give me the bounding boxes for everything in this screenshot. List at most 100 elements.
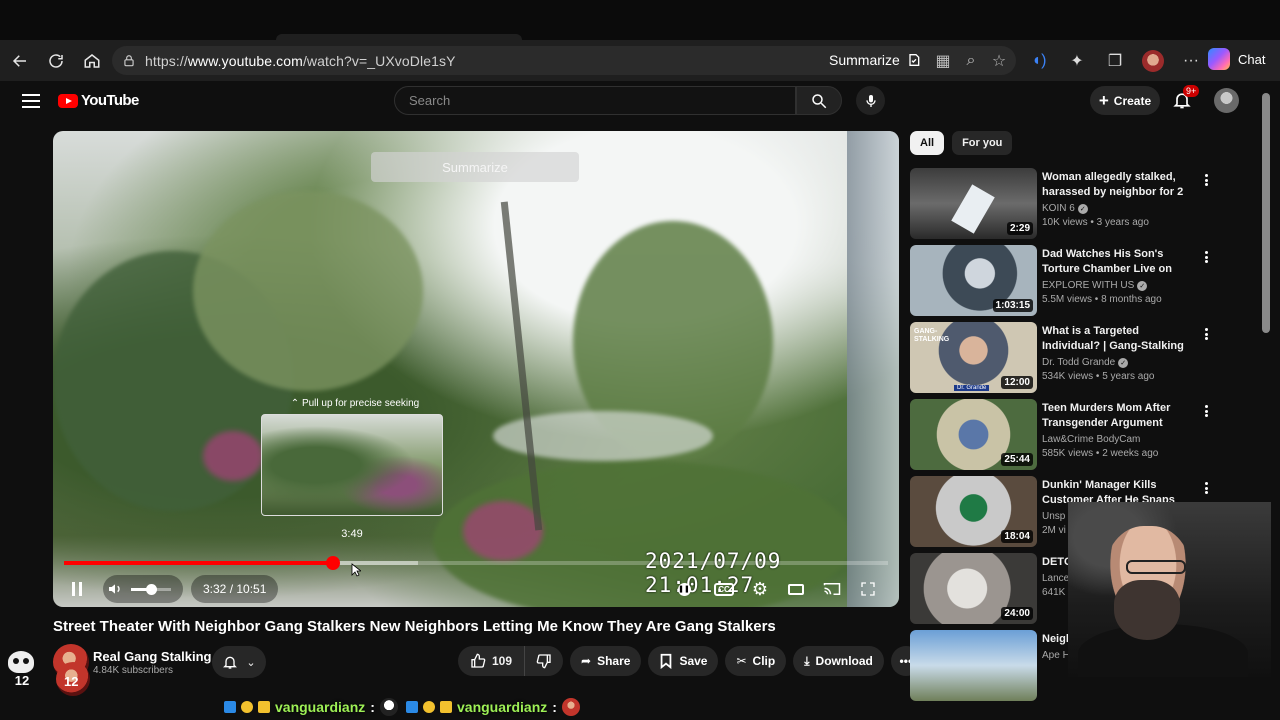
autoplay-toggle[interactable]: ❚❚: [670, 575, 698, 603]
yt-header: YouTube + Create 9+: [0, 81, 1280, 121]
volume-icon[interactable]: [107, 581, 123, 597]
video-duration: 1:03:15: [992, 299, 1033, 312]
video-thumbnail[interactable]: 25:44: [910, 399, 1037, 470]
save-button[interactable]: Save: [648, 646, 719, 676]
webcam-glasses: [1126, 560, 1186, 574]
subscriber-count: 4.84K subscribers: [93, 664, 174, 676]
rec-menu-icon[interactable]: [1202, 480, 1210, 496]
video-thumbnail[interactable]: 1:03:15: [910, 245, 1037, 316]
recommendation-item[interactable]: 2:29 Woman allegedly stalked, harassed b…: [910, 168, 1220, 245]
rec-menu-icon[interactable]: [1202, 326, 1210, 342]
rec-title[interactable]: Woman allegedly stalked, harassed by nei…: [1042, 170, 1192, 200]
rec-title[interactable]: What is a Targeted Individual? | Gang-St…: [1042, 324, 1192, 354]
thumbs-down-icon: [536, 654, 551, 669]
chip-all[interactable]: All: [910, 131, 945, 155]
rec-menu-icon[interactable]: [1202, 249, 1210, 265]
rec-title[interactable]: Teen Murders Mom After Transgender Argum…: [1042, 401, 1192, 431]
progress-scrubber[interactable]: [325, 556, 340, 570]
voice-search-button[interactable]: [856, 86, 885, 115]
recommendation-item[interactable]: GANG- STALKING Dr. Grande 12:00 What is …: [910, 322, 1220, 399]
rec-menu-icon[interactable]: [1202, 403, 1210, 419]
youtube-play-icon: [58, 93, 78, 108]
microphone-icon: [865, 94, 876, 107]
video-thumbnail[interactable]: GANG- STALKING Dr. Grande 12:00: [910, 322, 1037, 393]
search-input[interactable]: [409, 93, 769, 108]
settings-button[interactable]: ⚙: [746, 575, 774, 603]
chat-message: vanguardianz :: [224, 698, 398, 716]
volume-control[interactable]: [103, 575, 183, 603]
stream-logo-text: 12: [14, 673, 30, 688]
chat-message: vanguardianz :: [406, 698, 580, 716]
rec-channel: Dr. Todd Grande ✓: [1042, 357, 1192, 368]
create-button[interactable]: + Create: [1090, 86, 1160, 115]
chat-separator: :: [552, 699, 557, 715]
notifications-button[interactable]: 9+: [1172, 85, 1200, 112]
captions-button[interactable]: CC: [710, 575, 738, 603]
home-icon[interactable]: [74, 43, 110, 79]
search-icon: [812, 93, 827, 108]
chip-for-you[interactable]: For you: [952, 131, 1013, 155]
chat-badge-icon: [423, 701, 435, 713]
video-duration: 18:04: [1001, 530, 1033, 543]
verified-icon: ✓: [1137, 280, 1148, 291]
video-thumbnail[interactable]: [910, 630, 1037, 701]
clip-button[interactable]: ✂ Clip: [725, 646, 787, 676]
more-options-icon[interactable]: ···: [1174, 44, 1208, 78]
youtube-logo[interactable]: YouTube: [58, 92, 139, 109]
recommendation-item[interactable]: 25:44 Teen Murders Mom After Transgender…: [910, 399, 1220, 476]
lock-icon[interactable]: [122, 54, 136, 68]
chat-badge-icon: [241, 701, 253, 713]
share-icon: ➦: [581, 654, 592, 668]
account-avatar[interactable]: [1214, 88, 1239, 113]
hamburger-menu-icon[interactable]: [20, 91, 42, 111]
fullscreen-button[interactable]: [854, 575, 882, 603]
rec-menu-icon[interactable]: [1202, 172, 1210, 188]
channel-name[interactable]: Real Gang Stalking: [93, 649, 211, 664]
share-button[interactable]: ➦ Share: [570, 646, 642, 676]
scissors-icon: ✂: [736, 654, 747, 668]
video-duration: 2:29: [1006, 222, 1033, 235]
thumbnail-caption: Dr. Grande: [954, 385, 990, 391]
seek-preview-thumbnail: [261, 414, 443, 516]
download-icon: ⤓: [804, 653, 810, 668]
extensions-icon[interactable]: ✦: [1060, 44, 1094, 78]
time-display: 3:32 / 10:51: [191, 575, 279, 603]
search-button[interactable]: [796, 86, 842, 115]
download-button[interactable]: ⤓ Download: [793, 646, 884, 676]
video-player[interactable]: Summarize ⌃ Pull up for precise seeking …: [53, 131, 899, 607]
seek-preview-time: 3:49: [341, 528, 363, 540]
app-grid-icon[interactable]: ▦: [930, 50, 956, 72]
zoom-icon[interactable]: ⌕: [958, 50, 984, 72]
video-thumbnail[interactable]: 2:29: [910, 168, 1037, 239]
page-scrollbar[interactable]: [1262, 93, 1270, 333]
rec-channel: Law&Crime BodyCam: [1042, 434, 1141, 445]
summarize-button[interactable]: Summarize: [829, 52, 922, 68]
url-text[interactable]: https://www.youtube.com/watch?v=_UXvoDle…: [145, 53, 456, 69]
favorite-star-icon[interactable]: ☆: [986, 50, 1012, 72]
dislike-button[interactable]: [525, 646, 563, 676]
collections-icon[interactable]: ❐: [1098, 44, 1132, 78]
recommendation-item[interactable]: 1:03:15 Dad Watches His Son's Torture Ch…: [910, 245, 1220, 322]
like-button[interactable]: 109: [458, 646, 526, 676]
video-actions: 109 ➦ Share Save ✂ Clip ⤓ Download •••: [458, 646, 921, 676]
volume-slider[interactable]: [146, 584, 157, 595]
back-icon[interactable]: [2, 43, 38, 79]
thumbnail-label: GANG- STALKING: [914, 328, 950, 343]
video-thumbnail[interactable]: 18:04: [910, 476, 1037, 547]
copilot-chat-button[interactable]: Chat: [1208, 48, 1265, 70]
refresh-icon[interactable]: [38, 43, 74, 79]
subscription-bell-button[interactable]: ⌄: [212, 646, 266, 678]
progress-bar[interactable]: [64, 556, 888, 570]
profile-avatar[interactable]: [1136, 44, 1170, 78]
video-summarize-button[interactable]: Summarize: [371, 152, 579, 182]
video-thumbnail[interactable]: 24:00: [910, 553, 1037, 624]
address-bar[interactable]: https://www.youtube.com/watch?v=_UXvoDle…: [112, 46, 1016, 75]
webcam-beard: [1114, 580, 1180, 640]
chat-username: vanguardianz: [457, 699, 548, 715]
rec-title[interactable]: Dad Watches His Son's Torture Chamber Li…: [1042, 247, 1192, 277]
theater-mode-button[interactable]: [782, 575, 810, 603]
read-aloud-icon[interactable]: ◖): [1022, 44, 1056, 78]
pause-button[interactable]: [63, 575, 91, 603]
cast-button[interactable]: [818, 575, 846, 603]
chat-badge-icon: [406, 701, 418, 713]
